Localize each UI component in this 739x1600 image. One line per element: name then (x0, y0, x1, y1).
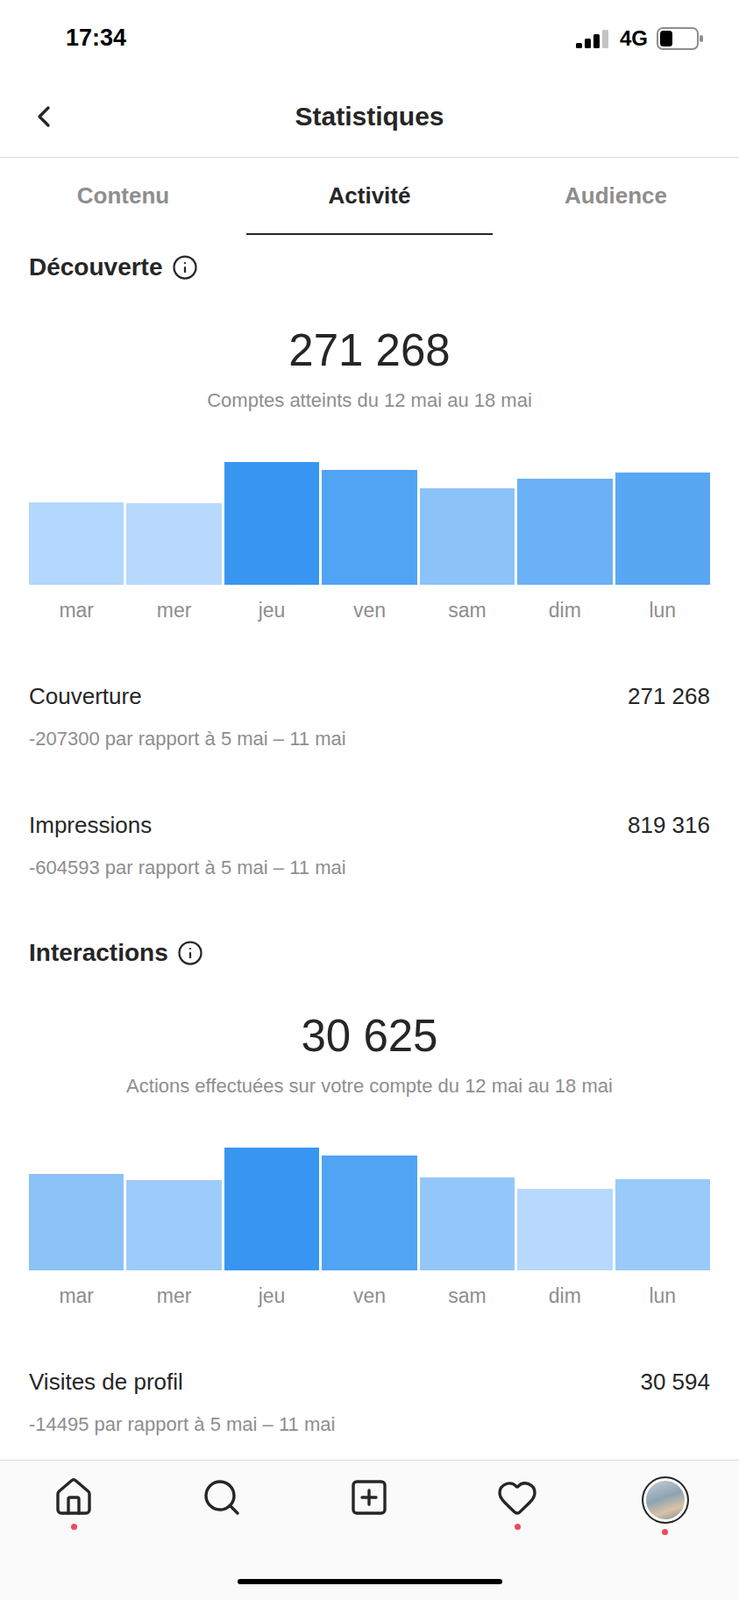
info-icon[interactable] (177, 939, 204, 967)
day-label: dim (517, 597, 612, 623)
status-time: 17:34 (65, 24, 127, 52)
section-title: Interactions (28, 937, 711, 968)
metric-label: Couverture (28, 682, 143, 711)
chart-bar[interactable] (126, 503, 221, 585)
day-label: jeu (224, 1283, 320, 1308)
chart-bar[interactable] (517, 478, 612, 585)
day-label: dim (517, 1283, 612, 1308)
stat-section: Interactions 30 625 Actions effectuées sur… (28, 937, 711, 1437)
day-label: jeu (224, 597, 320, 623)
section-caption: Actions effectuées sur votre compte du 1… (28, 1073, 711, 1099)
chart-bar[interactable] (28, 1173, 124, 1271)
day-label: mer (126, 1283, 221, 1308)
metric-label: Visites de profil (28, 1367, 184, 1396)
section-title-text: Découverte (28, 253, 164, 282)
metric-label: Impressions (28, 810, 152, 839)
metric-value: 271 268 (627, 682, 711, 711)
chart-bar[interactable] (615, 472, 711, 585)
section-caption: Comptes atteints du 12 mai au 18 mai (28, 388, 711, 413)
search-icon[interactable] (200, 1476, 243, 1519)
metric-top: Visites de profil 30 594 (28, 1367, 711, 1396)
day-label: mer (126, 597, 221, 623)
nav-item[interactable] (443, 1476, 592, 1535)
status-bar: 17:34 4G (0, 0, 739, 77)
chart-bar[interactable] (224, 1147, 320, 1271)
day-label: sam (419, 1283, 515, 1308)
battery-icon (656, 27, 704, 50)
stat-section: Découverte 271 268 Comptes atteints du 12 … (28, 252, 711, 881)
metric-list: Couverture 271 268 -207300 par rapport à 5… (28, 682, 711, 881)
chart-bar[interactable] (419, 1177, 515, 1271)
metric-change: -604593 par rapport à 5 mai – 11 mai (28, 855, 711, 881)
metric-row: Couverture 271 268 -207300 par rapport à 5… (28, 682, 711, 752)
tab[interactable]: Audience (492, 157, 739, 235)
day-label: sam (419, 597, 515, 623)
day-label: lun (615, 597, 711, 623)
network-type: 4G (619, 26, 648, 51)
chart-bar[interactable] (126, 1179, 221, 1271)
status-indicators: 4G (575, 26, 704, 51)
day-labels: marmerjeuvensamdimlun (28, 597, 711, 623)
metric-value: 819 316 (627, 810, 711, 839)
nav-item[interactable] (590, 1476, 739, 1535)
section-total: 271 268 (28, 324, 711, 377)
profile-avatar-icon[interactable] (641, 1476, 690, 1524)
metric-top: Impressions 819 316 (28, 810, 711, 839)
tab[interactable]: Activité (246, 157, 493, 235)
day-label: mar (28, 597, 124, 623)
metric-row: Visites de profil 30 594 -14495 par rappor… (28, 1367, 711, 1437)
metric-row: Impressions 819 316 -604593 par rapport à … (28, 810, 711, 881)
day-label: ven (321, 597, 417, 623)
nav-row (0, 1476, 739, 1535)
header: Statistiques (0, 76, 739, 158)
chart-bar[interactable] (224, 461, 320, 585)
notification-dot (218, 1523, 225, 1530)
nav-item[interactable] (295, 1476, 444, 1535)
bar-chart (28, 461, 711, 585)
new-post-icon[interactable] (348, 1476, 391, 1519)
notification-dot (366, 1523, 373, 1530)
nav-item[interactable] (0, 1476, 149, 1535)
notification-dot (661, 1528, 668, 1535)
metric-value: 30 594 (639, 1367, 711, 1396)
heart-icon[interactable] (496, 1476, 539, 1519)
bar-chart (28, 1147, 711, 1271)
metric-list: Visites de profil 30 594 -14495 par rappor… (28, 1367, 711, 1437)
metric-change: -14495 par rapport à 5 mai – 11 mai (28, 1412, 711, 1437)
tab-bar: ContenuActivitéAudience (0, 157, 739, 235)
home-icon[interactable] (52, 1476, 95, 1519)
bottom-nav (0, 1459, 739, 1600)
screen: 17:34 4G Statistiques ContenuActivitéAudien… (0, 0, 739, 1600)
day-label: lun (615, 1283, 711, 1308)
home-indicator (237, 1578, 503, 1585)
day-labels: marmerjeuvensamdimlun (28, 1283, 711, 1308)
chart-bar[interactable] (321, 1155, 417, 1271)
info-button[interactable] (177, 939, 204, 967)
tab[interactable]: Contenu (0, 157, 247, 235)
section-total: 30 625 (28, 1009, 711, 1063)
info-icon[interactable] (171, 254, 199, 281)
day-label: ven (321, 1283, 417, 1308)
info-button[interactable] (171, 254, 199, 281)
chart-bar[interactable] (28, 502, 124, 586)
metric-top: Couverture 271 268 (28, 682, 711, 711)
back-button[interactable] (22, 95, 65, 138)
day-label: mar (28, 1283, 124, 1308)
notification-dot (71, 1523, 78, 1530)
content: Découverte 271 268 Comptes atteints du 12 … (0, 234, 739, 1460)
chart-bar[interactable] (321, 469, 417, 585)
nav-item[interactable] (148, 1476, 297, 1535)
chart-bar[interactable] (517, 1188, 612, 1271)
header-title: Statistiques (294, 101, 444, 132)
back-chevron-icon[interactable] (26, 99, 62, 135)
section-title-text: Interactions (28, 938, 169, 967)
chart-bar[interactable] (615, 1179, 711, 1271)
notification-dot (514, 1523, 521, 1530)
metric-change: -207300 par rapport à 5 mai – 11 mai (28, 726, 711, 752)
section-title: Découverte (28, 252, 711, 283)
chart-bar[interactable] (419, 488, 515, 585)
signal-icon (575, 28, 612, 49)
